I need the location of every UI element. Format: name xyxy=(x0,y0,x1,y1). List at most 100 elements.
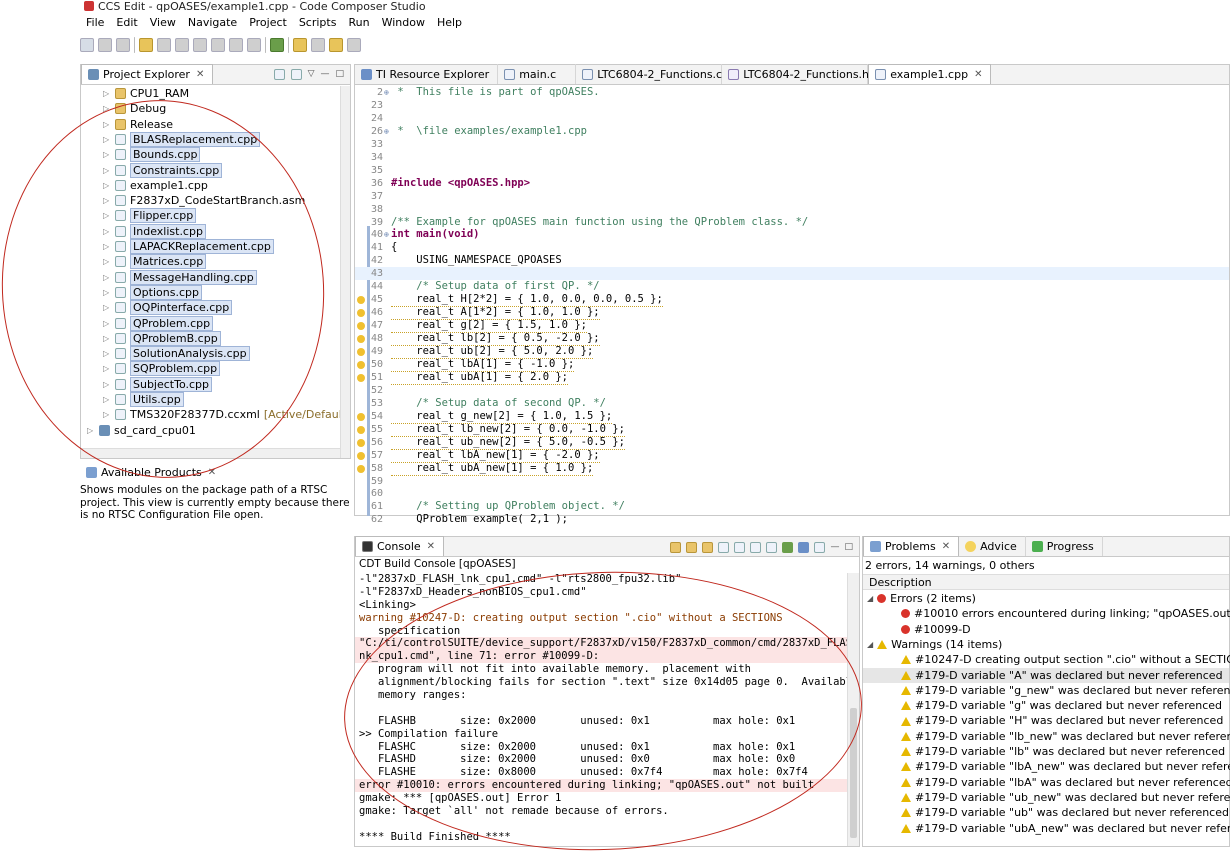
warning-marker-icon[interactable] xyxy=(357,335,365,344)
collapse-icon[interactable]: ◢ xyxy=(867,637,873,652)
tab-ti-resource-explorer[interactable]: TI Resource Explorer xyxy=(355,64,499,84)
fold-toggle-icon[interactable]: ⊕ xyxy=(384,228,389,241)
menu-navigate[interactable]: Navigate xyxy=(182,15,243,31)
view-menu-icon[interactable]: ▽ xyxy=(308,69,315,80)
code-text: real_t lb_new[2] = { 0.0, -1.0 }; xyxy=(391,422,625,437)
new-console-icon[interactable] xyxy=(814,542,826,553)
tab-main-c[interactable]: main.c xyxy=(498,64,577,84)
open-console-icon[interactable] xyxy=(782,542,794,553)
code-line: 43 xyxy=(355,267,1229,281)
menu-help[interactable]: Help xyxy=(431,15,468,31)
errors-group[interactable]: ◢ Errors (2 items) xyxy=(863,591,1229,606)
new-icon[interactable] xyxy=(80,38,94,52)
tab-ltc-functions-c[interactable]: LTC6804-2_Functions.c xyxy=(576,64,723,84)
pin-icon[interactable] xyxy=(293,38,307,52)
warning-item[interactable]: #179-D variable "H" was declared but nev… xyxy=(863,713,1229,728)
menu-scripts[interactable]: Scripts xyxy=(293,15,343,31)
scroll-lock-icon[interactable] xyxy=(702,542,714,553)
save-all-icon[interactable] xyxy=(116,38,130,52)
code-line: 61 /* Setting up QProblem object. */ xyxy=(355,500,1229,513)
resume-icon[interactable] xyxy=(211,38,225,52)
warning-marker-icon[interactable] xyxy=(357,373,365,382)
tree-item[interactable]: ▷ CPU1_RAM xyxy=(103,86,189,101)
warning-marker-icon[interactable] xyxy=(357,348,365,356)
menu-edit[interactable]: Edit xyxy=(110,15,143,31)
close-icon[interactable]: ✕ xyxy=(974,69,982,80)
collapse-icon[interactable]: ◢ xyxy=(867,591,873,606)
warnings-group[interactable]: ◢ Warnings (14 items) xyxy=(863,637,1229,652)
clear-console-icon[interactable] xyxy=(734,542,746,553)
pin-console-icon[interactable] xyxy=(766,542,778,553)
copy-icon[interactable] xyxy=(718,542,730,553)
warning-item[interactable]: #179-D variable "lbA_new" was declared b… xyxy=(863,759,1230,774)
warning-item[interactable]: #179-D variable "g_new" was declared but… xyxy=(863,683,1230,698)
fold-toggle-icon[interactable]: ⊕ xyxy=(384,86,389,99)
menu-window[interactable]: Window xyxy=(376,15,431,31)
warning-item[interactable]: #179-D variable "g" was declared but nev… xyxy=(863,698,1229,713)
forward-icon[interactable] xyxy=(347,38,361,52)
arrow-down-icon[interactable] xyxy=(670,542,682,553)
gear-icon[interactable] xyxy=(270,38,284,52)
back-icon[interactable] xyxy=(329,38,343,52)
terminate-icon[interactable] xyxy=(247,38,261,52)
display-console-icon[interactable] xyxy=(798,542,810,553)
debug-icon[interactable] xyxy=(157,38,171,52)
close-icon[interactable]: ✕ xyxy=(427,541,435,552)
tab-problems[interactable]: Problems ✕ xyxy=(863,536,960,556)
warning-marker-icon[interactable] xyxy=(357,451,365,460)
maximize-icon[interactable]: □ xyxy=(844,542,853,553)
console-icon[interactable] xyxy=(311,38,325,52)
tab-example1-cpp[interactable]: example1.cpp ✕ xyxy=(868,64,992,84)
refresh-icon[interactable] xyxy=(175,38,189,52)
tab-console[interactable]: Console ✕ xyxy=(355,536,445,556)
tab-project-explorer[interactable]: Project Explorer ✕ xyxy=(81,64,214,84)
suspend-icon[interactable] xyxy=(229,38,243,52)
arrow-up-icon[interactable] xyxy=(686,542,698,553)
warning-item[interactable]: #179-D variable "ub" was declared but ne… xyxy=(863,805,1229,820)
close-icon[interactable]: ✕ xyxy=(196,69,204,80)
warning-item[interactable]: #10247-D creating output section ".cio" … xyxy=(863,652,1230,667)
warning-marker-icon[interactable] xyxy=(357,425,365,434)
error-item[interactable]: #10010 errors encountered during linking… xyxy=(863,606,1230,621)
link-editor-icon[interactable] xyxy=(290,69,302,80)
close-icon[interactable]: ✕ xyxy=(942,541,950,552)
warning-marker-icon[interactable] xyxy=(357,464,365,473)
maximize-icon[interactable]: □ xyxy=(335,69,344,80)
warning-item[interactable]: #179-D variable "lbA" was declared but n… xyxy=(863,775,1230,790)
warning-marker-icon[interactable] xyxy=(357,360,365,369)
description-column-header[interactable]: Description xyxy=(863,574,1229,590)
warning-marker-icon[interactable] xyxy=(357,322,365,331)
word-wrap-icon[interactable] xyxy=(750,542,762,553)
code-line: 56 real_t ub_new[2] = { 5.0, -0.5 }; xyxy=(355,436,1229,450)
warning-marker-icon[interactable] xyxy=(357,438,365,447)
menu-project[interactable]: Project xyxy=(243,15,293,31)
menu-view[interactable]: View xyxy=(144,15,182,31)
warning-marker-icon[interactable] xyxy=(357,309,365,318)
warning-item[interactable]: #179-D variable "A" was declared but nev… xyxy=(863,667,1229,683)
warning-item[interactable]: #179-D variable "ub_new" was declared bu… xyxy=(863,790,1230,805)
minimize-icon[interactable]: — xyxy=(830,542,839,553)
collapse-all-icon[interactable] xyxy=(273,69,285,80)
error-item[interactable]: #10099-D xyxy=(863,622,1229,637)
tab-ltc-functions-h[interactable]: LTC6804-2_Functions.h xyxy=(722,64,869,84)
tab-progress[interactable]: Progress xyxy=(1026,536,1103,556)
tab-advice[interactable]: Advice xyxy=(959,536,1026,556)
code-area[interactable]: 2 ⊕ * This file is part of qpOASES. 23 24 26… xyxy=(355,86,1229,525)
expand-icon[interactable]: ▷ xyxy=(103,86,111,101)
warning-marker-icon[interactable] xyxy=(357,296,365,305)
line-number: 53 xyxy=(370,397,383,409)
minimize-icon[interactable]: — xyxy=(320,69,329,80)
line-number: 60 xyxy=(370,488,383,500)
line-number: 49 xyxy=(370,346,383,357)
build-icon[interactable] xyxy=(139,38,153,52)
menu-file[interactable]: File xyxy=(80,15,110,31)
warning-marker-icon[interactable] xyxy=(357,412,365,421)
warning-item[interactable]: #179-D variable "lb" was declared but ne… xyxy=(863,744,1229,759)
tree-scrollbar[interactable] xyxy=(340,86,350,458)
menu-run[interactable]: Run xyxy=(342,15,375,31)
warning-item[interactable]: #179-D variable "lb_new" was declared bu… xyxy=(863,729,1230,744)
step-icon[interactable] xyxy=(193,38,207,52)
fold-toggle-icon[interactable]: ⊕ xyxy=(384,125,389,138)
warning-item[interactable]: #179-D variable "ubA_new" was declared b… xyxy=(863,821,1230,836)
save-icon[interactable] xyxy=(98,38,112,52)
